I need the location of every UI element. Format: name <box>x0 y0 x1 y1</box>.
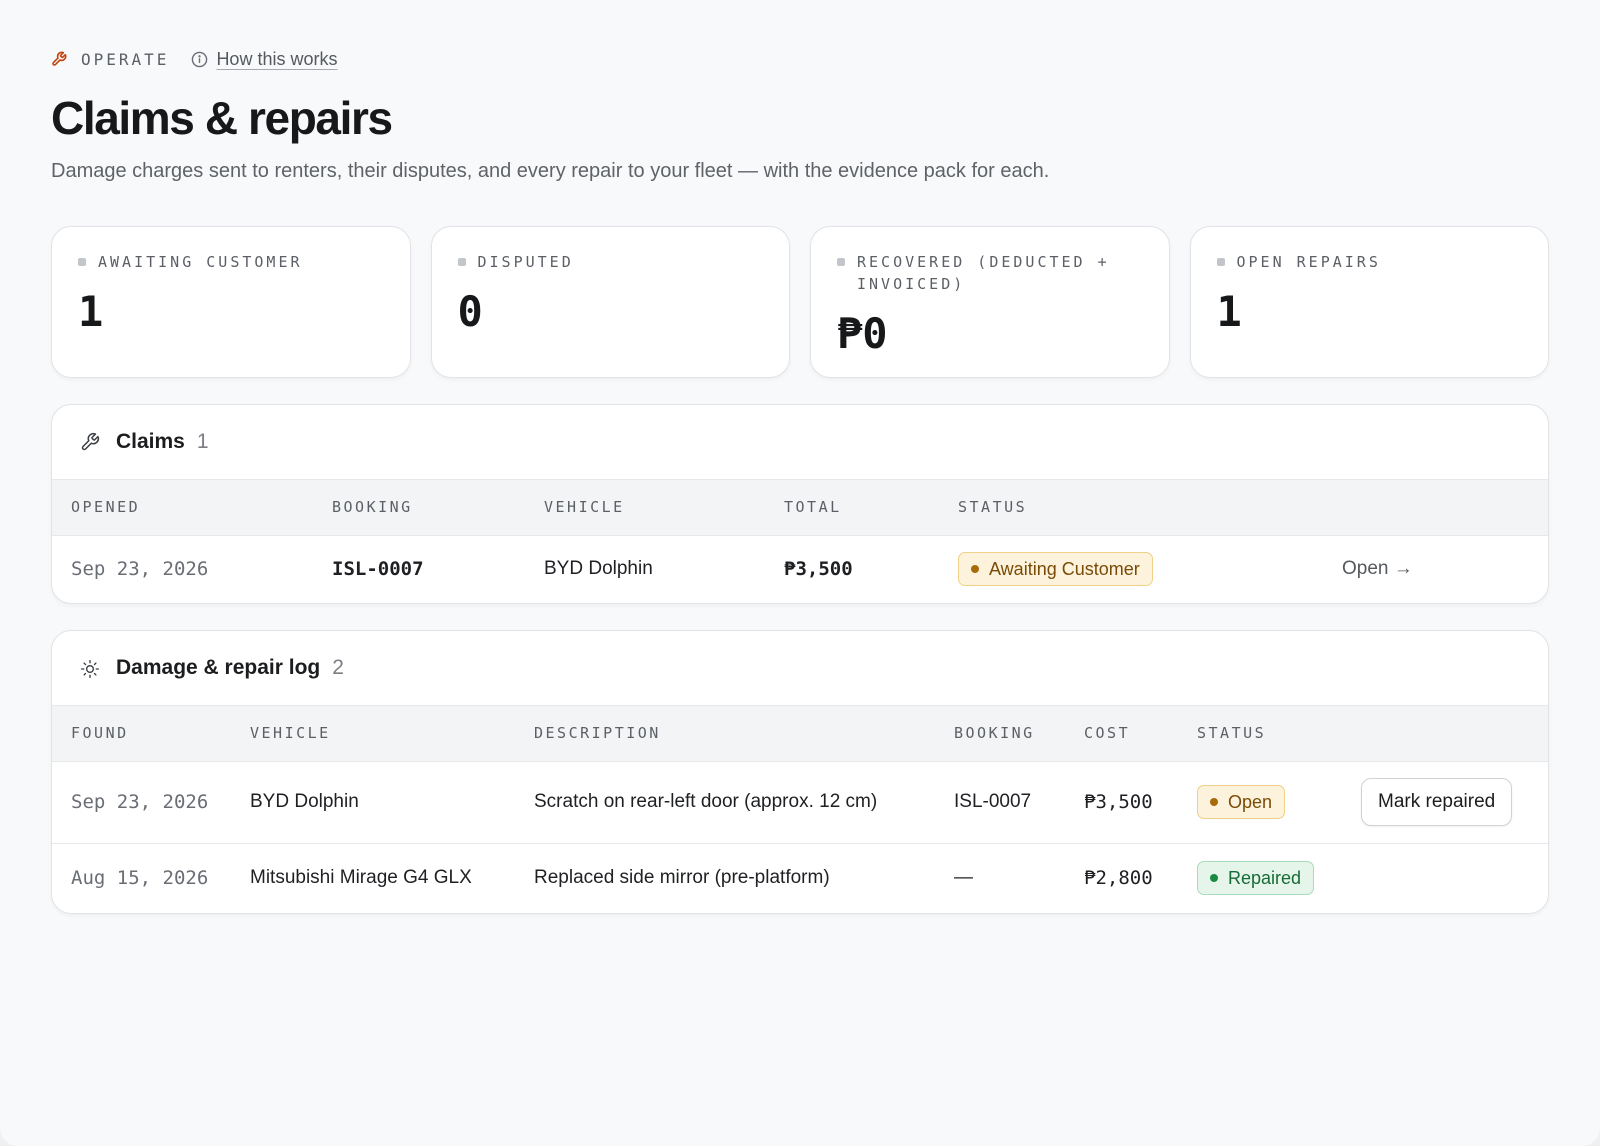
damage-log-header: Damage & repair log 2 <box>52 631 1548 706</box>
claims-table: OPENED BOOKING VEHICLE TOTAL STATUS Sep … <box>52 480 1548 603</box>
claims-panel-header: Claims 1 <box>52 405 1548 480</box>
wrench-icon <box>80 432 100 452</box>
claim-booking: ISL-0007 <box>332 558 424 581</box>
claim-opened: Sep 23, 2026 <box>71 558 209 581</box>
col-status: STATUS <box>958 480 1342 536</box>
stat-dot <box>837 258 845 266</box>
damage-found: Aug 15, 2026 <box>71 867 209 890</box>
col-action <box>1342 480 1548 536</box>
damage-status-cell: Open <box>1197 761 1361 843</box>
col-status: STATUS <box>1197 706 1361 762</box>
status-text: Repaired <box>1228 867 1302 888</box>
damage-vehicle: BYD Dolphin <box>250 791 359 812</box>
damage-description: Scratch on rear-left door (approx. 12 cm… <box>534 791 878 812</box>
damage-log-count: 2 <box>332 656 344 679</box>
stat-card-open-repairs: OPEN REPAIRS 1 <box>1189 226 1549 378</box>
claim-total: ₱3,500 <box>784 558 853 581</box>
status-text: Awaiting Customer <box>989 558 1140 579</box>
status-dot <box>971 565 979 574</box>
status-dot <box>1210 798 1218 806</box>
stat-label: OPEN REPAIRS <box>1236 253 1381 271</box>
page-subtitle: Damage charges sent to renters, their di… <box>51 160 1050 182</box>
status-badge: Repaired <box>1197 861 1315 896</box>
claims-panel: Claims 1 OPENED BOOKING VEHICLE TOTAL ST… <box>51 404 1549 604</box>
wrench-icon <box>51 51 67 67</box>
col-booking: BOOKING <box>954 706 1084 762</box>
table-row: Sep 23, 2026 BYD Dolphin Scratch on rear… <box>52 761 1548 843</box>
stat-value: ₱0 <box>837 309 888 358</box>
col-vehicle: VEHICLE <box>250 706 534 762</box>
col-total: TOTAL <box>784 480 958 536</box>
page: OPERATE How this works Claims & repairs … <box>0 0 1600 1146</box>
damage-header-row: FOUND VEHICLE DESCRIPTION BOOKING COST S… <box>52 706 1548 762</box>
damage-action-cell <box>1361 843 1548 913</box>
stat-card-recovered: RECOVERED (DEDUCTED + INVOICED) ₱0 <box>810 226 1170 378</box>
damage-booking: — <box>954 867 973 889</box>
section-label: OPERATE <box>81 49 170 69</box>
damage-cost: ₱2,800 <box>1084 867 1153 890</box>
col-booking: BOOKING <box>332 480 544 536</box>
col-vehicle: VEHICLE <box>544 480 784 536</box>
stat-value: 1 <box>1216 287 1242 336</box>
claim-status-cell: Awaiting Customer <box>958 535 1342 603</box>
damage-vehicle: Mitsubishi Mirage G4 GLX <box>250 867 472 889</box>
sun-icon <box>80 658 100 678</box>
status-badge: Awaiting Customer <box>958 552 1153 587</box>
damage-cost: ₱3,500 <box>1084 791 1153 813</box>
stat-dot <box>457 258 466 266</box>
table-row[interactable]: Sep 23, 2026 ISL-0007 BYD Dolphin ₱3,500… <box>52 535 1548 603</box>
status-dot <box>1210 874 1218 883</box>
status-text: Open <box>1228 791 1273 812</box>
mark-repaired-button[interactable]: Mark repaired <box>1361 778 1513 826</box>
damage-found: Sep 23, 2026 <box>71 791 209 813</box>
col-description: DESCRIPTION <box>534 706 954 762</box>
claim-vehicle: BYD Dolphin <box>544 558 653 580</box>
page-title: Claims & repairs <box>51 92 393 144</box>
status-badge: Open <box>1197 785 1286 819</box>
stat-label: RECOVERED (DEDUCTED + INVOICED) <box>857 253 1110 293</box>
col-found: FOUND <box>52 706 250 762</box>
claims-header-row: OPENED BOOKING VEHICLE TOTAL STATUS <box>52 480 1548 536</box>
stat-dot <box>1216 258 1225 266</box>
stat-card-awaiting-customer: AWAITING CUSTOMER 1 <box>51 226 411 378</box>
damage-action-cell: Mark repaired <box>1361 761 1548 843</box>
damage-log-panel: Damage & repair log 2 FOUND VEHICLE DESC… <box>51 630 1549 914</box>
damage-booking: ISL-0007 <box>954 791 1032 812</box>
claims-count: 1 <box>196 430 209 453</box>
damage-log-table: FOUND VEHICLE DESCRIPTION BOOKING COST S… <box>52 706 1548 913</box>
claim-action-cell: Open → <box>1342 535 1548 603</box>
stat-label: DISPUTED <box>477 253 574 271</box>
open-claim-link[interactable]: Open → <box>1342 558 1413 579</box>
col-opened: OPENED <box>52 480 332 536</box>
table-row: Aug 15, 2026 Mitsubishi Mirage G4 GLX Re… <box>52 843 1548 913</box>
damage-log-title: Damage & repair log <box>116 656 321 679</box>
damage-status-cell: Repaired <box>1197 843 1361 913</box>
stat-label: AWAITING CUSTOMER <box>98 253 303 271</box>
stat-card-disputed: DISPUTED 0 <box>430 226 790 378</box>
stat-value: 1 <box>78 287 104 336</box>
stat-value: 0 <box>457 287 483 336</box>
damage-description: Replaced side mirror (pre-platform) <box>534 867 830 889</box>
info-icon <box>191 51 208 68</box>
how-this-works-link[interactable]: How this works <box>191 49 337 70</box>
eyebrow: OPERATE How this works <box>51 44 1549 74</box>
stat-cards: AWAITING CUSTOMER 1 DISPUTED 0 RECOVERED… <box>51 226 1549 378</box>
how-this-works-text[interactable]: How this works <box>216 49 337 70</box>
claims-title: Claims <box>116 430 185 453</box>
col-cost: COST <box>1084 706 1197 762</box>
col-action <box>1361 706 1548 762</box>
stat-dot <box>78 258 86 266</box>
